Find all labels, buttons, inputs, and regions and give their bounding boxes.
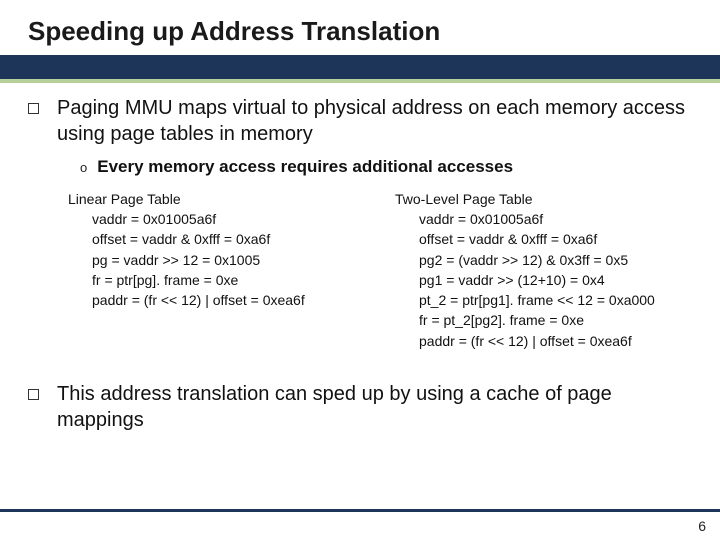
page-number: 6 (698, 518, 706, 534)
column-left: Linear Page Table vaddr = 0x01005a6f off… (68, 191, 365, 351)
code-line: fr = pt_2[pg2]. frame = 0xe (419, 310, 692, 330)
banner-stripe (0, 55, 720, 83)
code-line: fr = ptr[pg]. frame = 0xe (92, 270, 365, 290)
body-area: Paging MMU maps virtual to physical addr… (0, 83, 720, 540)
square-bullet-icon (28, 103, 39, 114)
column-lines: vaddr = 0x01005a6f offset = vaddr & 0xff… (68, 209, 365, 310)
code-line: vaddr = 0x01005a6f (92, 209, 365, 229)
column-lines: vaddr = 0x01005a6f offset = vaddr & 0xff… (395, 209, 692, 351)
code-line: offset = vaddr & 0xfff = 0xa6f (419, 229, 692, 249)
column-right: Two-Level Page Table vaddr = 0x01005a6f … (395, 191, 692, 351)
bullet-item: This address translation can sped up by … (28, 381, 692, 433)
square-bullet-icon (28, 389, 39, 400)
sub-bullet-item: o Every memory access requires additiona… (80, 157, 692, 177)
bullet-text: This address translation can sped up by … (57, 381, 692, 433)
code-line: paddr = (fr << 12) | offset = 0xea6f (419, 331, 692, 351)
bullet-item: Paging MMU maps virtual to physical addr… (28, 95, 692, 147)
footer-line (0, 509, 720, 512)
code-line: offset = vaddr & 0xfff = 0xa6f (92, 229, 365, 249)
bullet-text: Paging MMU maps virtual to physical addr… (57, 95, 692, 147)
columns: Linear Page Table vaddr = 0x01005a6f off… (68, 191, 692, 351)
code-line: pt_2 = ptr[pg1]. frame << 12 = 0xa000 (419, 290, 692, 310)
sub-bullet-text: Every memory access requires additional … (97, 157, 513, 177)
title-area: Speeding up Address Translation (0, 0, 720, 55)
code-line: pg = vaddr >> 12 = 0x1005 (92, 250, 365, 270)
column-title: Linear Page Table (68, 191, 365, 207)
slide-title: Speeding up Address Translation (28, 16, 692, 47)
code-line: paddr = (fr << 12) | offset = 0xea6f (92, 290, 365, 310)
code-line: vaddr = 0x01005a6f (419, 209, 692, 229)
circle-bullet-icon: o (80, 160, 87, 175)
column-title: Two-Level Page Table (395, 191, 692, 207)
code-line: pg1 = vaddr >> (12+10) = 0x4 (419, 270, 692, 290)
code-line: pg2 = (vaddr >> 12) & 0x3ff = 0x5 (419, 250, 692, 270)
slide: Speeding up Address Translation Paging M… (0, 0, 720, 540)
